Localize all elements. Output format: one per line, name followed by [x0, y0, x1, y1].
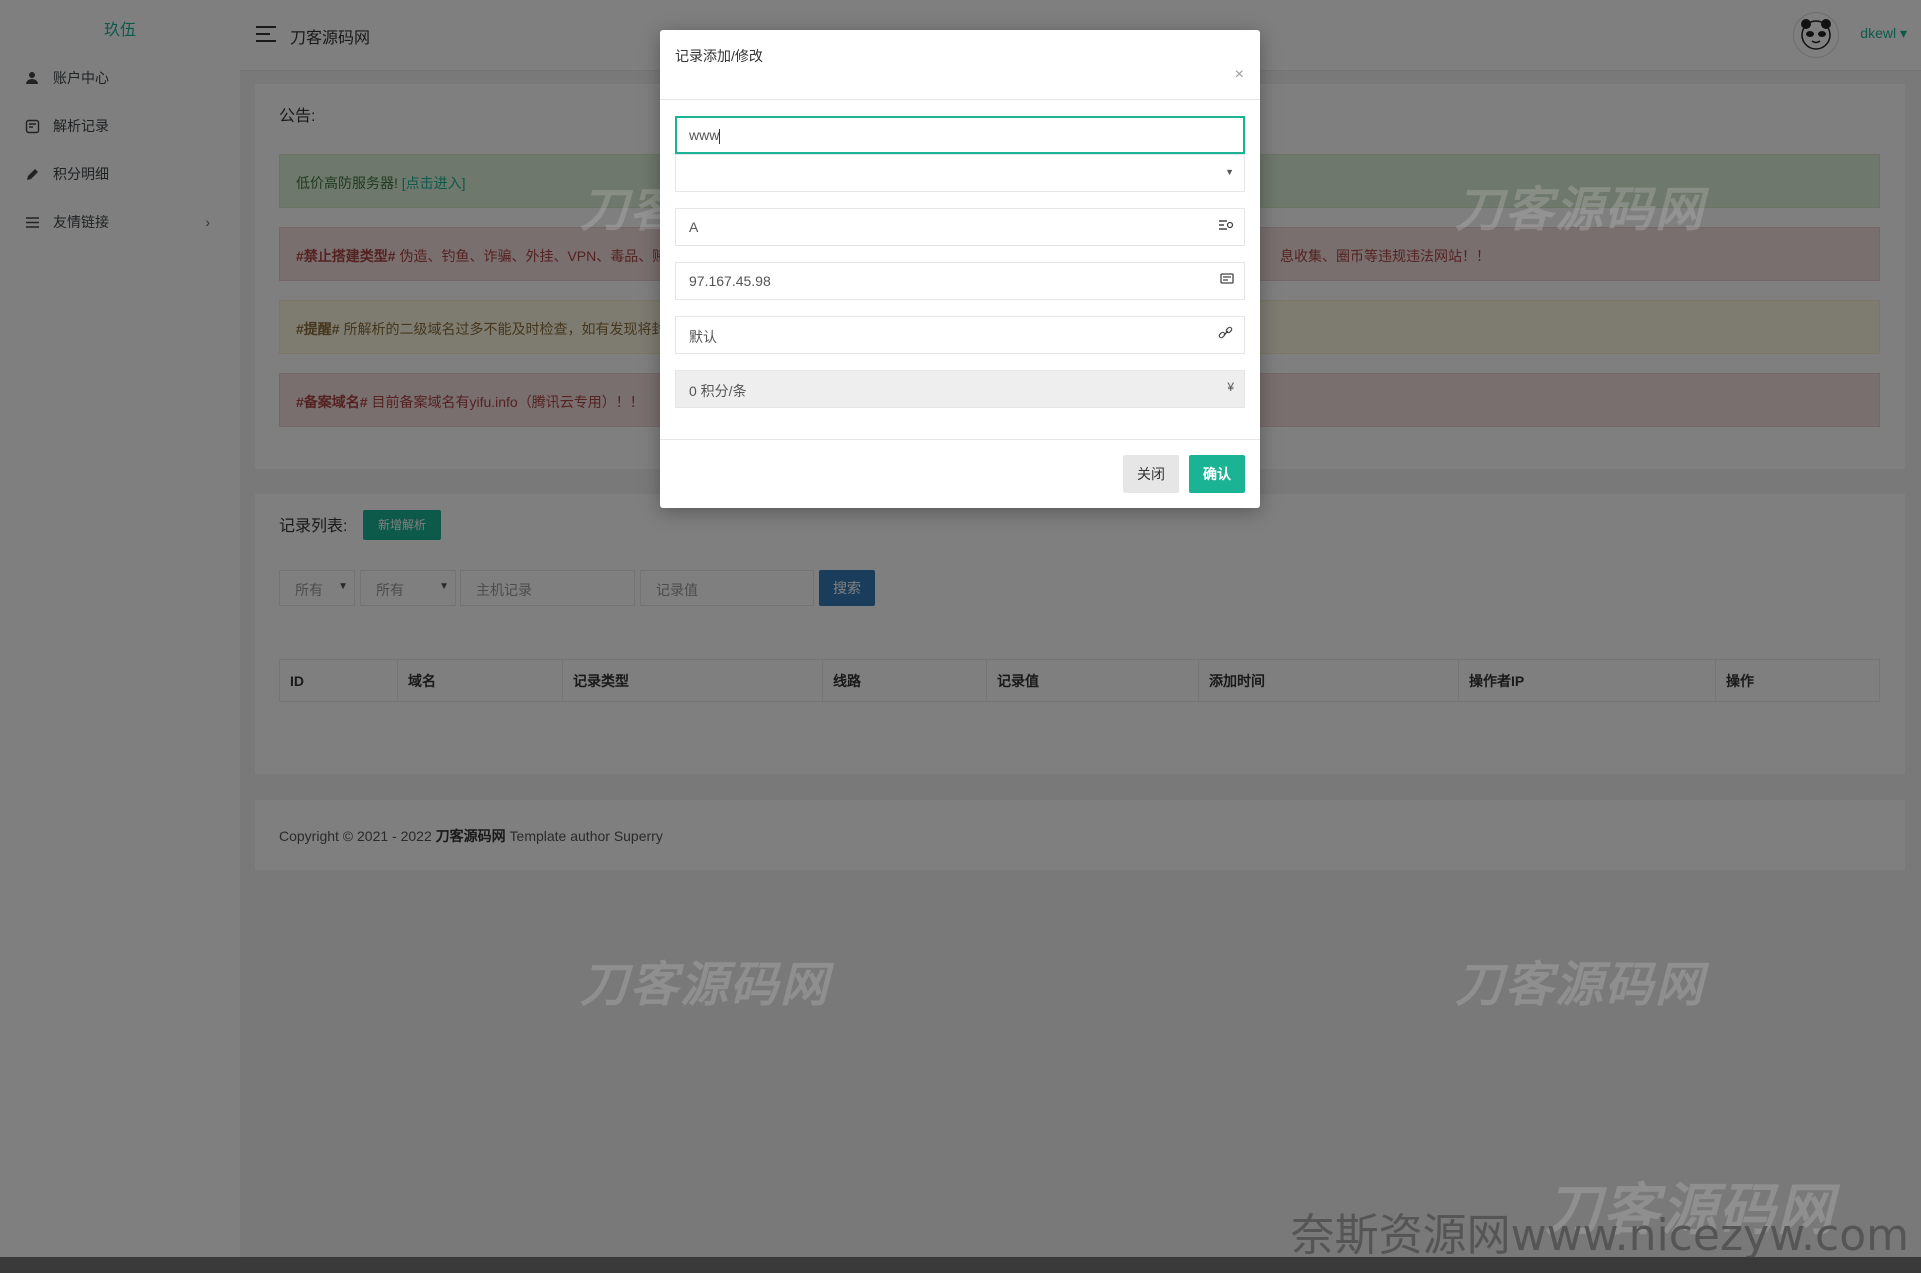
brand-watermark: 刀客源码网: [580, 957, 831, 1013]
brand-watermark: 刀客源码网: [1455, 957, 1706, 1013]
cost-field: 0 积分/条 ¥: [675, 370, 1245, 408]
modal-title: 记录添加/修改: [675, 48, 763, 64]
record-type-field[interactable]: A: [675, 208, 1245, 246]
line-field[interactable]: 默认: [675, 316, 1245, 354]
line-value: 默认: [689, 329, 717, 345]
close-icon[interactable]: ×: [1235, 66, 1244, 84]
record-value-field[interactable]: 97.167.45.98: [675, 262, 1245, 300]
type-icon: [1218, 218, 1234, 235]
link-icon: [1218, 326, 1234, 343]
confirm-button[interactable]: 确认: [1189, 455, 1245, 493]
record-type-value: A: [689, 219, 699, 235]
site-watermark: 奈斯资源网www.nicezyw.com: [1290, 1210, 1909, 1261]
domain-select[interactable]: ▼: [675, 154, 1245, 192]
brand-watermark: 刀客源码网: [1455, 182, 1706, 238]
close-button[interactable]: 关闭: [1123, 455, 1179, 493]
bottom-strip: [0, 1257, 1921, 1273]
text-cursor: [719, 128, 721, 144]
record-edit-modal: 记录添加/修改 × www ▼ A 97.167.45.98 默认 0 积分/条…: [660, 30, 1260, 508]
modal-footer-divider: [660, 439, 1260, 440]
host-record-field[interactable]: www: [675, 116, 1245, 154]
host-record-value: www: [689, 127, 720, 143]
cost-value: 0 积分/条: [689, 383, 747, 399]
record-value-text: 97.167.45.98: [689, 273, 771, 289]
yen-icon: ¥: [1227, 380, 1234, 394]
caret-down-icon: ▼: [1225, 167, 1234, 177]
record-value-icon: [1220, 272, 1234, 289]
modal-header-divider: [660, 99, 1260, 100]
